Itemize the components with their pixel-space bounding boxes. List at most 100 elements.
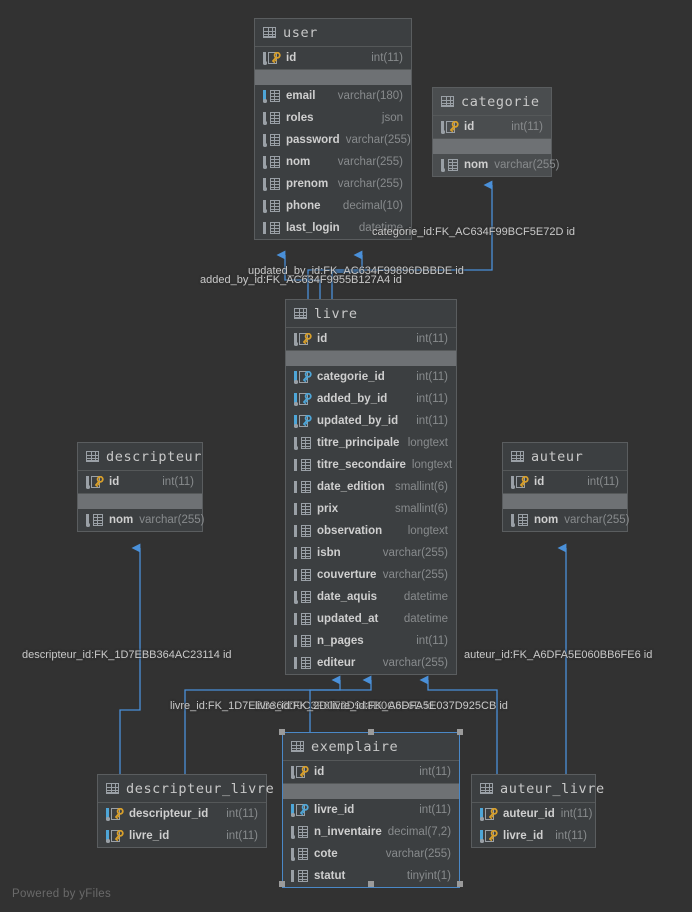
table-header-auteur[interactable]: auteur: [503, 443, 627, 471]
table-row[interactable]: nom varchar(255): [503, 509, 629, 531]
table-livre[interactable]: livre id int(11) categorie_id int(11) added_b…: [285, 299, 457, 675]
column-name: nom: [534, 514, 559, 526]
table-header-user[interactable]: user: [255, 19, 411, 47]
table-row[interactable]: id int(11): [503, 471, 627, 494]
table-header-exemplaire[interactable]: exemplaire: [283, 733, 459, 761]
column-icon: [294, 568, 311, 582]
column-type: varchar(255): [494, 159, 560, 171]
diagram-canvas[interactable]: user id int(11) email varchar(180) roles json p…: [0, 0, 692, 912]
column-name: livre_id: [314, 804, 355, 816]
table-row[interactable]: id int(11): [78, 471, 202, 494]
table-row[interactable]: id int(11): [255, 47, 411, 70]
resize-handle[interactable]: [368, 881, 374, 887]
table-row[interactable]: nom varchar(255): [78, 509, 205, 531]
column-name: titre_secondaire: [317, 459, 406, 471]
column-type: varchar(255): [382, 569, 448, 581]
column-icon: [294, 436, 311, 450]
table-header-auteur_livre[interactable]: auteur_livre: [472, 775, 604, 803]
resize-handle[interactable]: [279, 881, 285, 887]
table-header-descripteur[interactable]: descripteur: [78, 443, 202, 471]
table-row[interactable]: prix smallint(6): [286, 498, 456, 520]
column-separator: [78, 494, 202, 509]
column-name: n_pages: [317, 635, 364, 647]
table-user[interactable]: user id int(11) email varchar(180) roles json p…: [254, 18, 412, 240]
table-row[interactable]: email varchar(180): [255, 85, 411, 107]
table-auteur[interactable]: auteur id int(11) nom varchar(255): [502, 442, 629, 532]
table-name: categorie: [461, 93, 540, 110]
table-row[interactable]: cote varchar(255): [283, 843, 459, 865]
table-icon: [106, 783, 119, 794]
table-row[interactable]: auteur_id int(11): [472, 803, 595, 825]
table-row[interactable]: id int(11): [433, 116, 551, 139]
column-separator: [255, 70, 411, 85]
resize-handle[interactable]: [368, 729, 374, 735]
column-type: int(11): [419, 766, 451, 778]
table-row[interactable]: livre_id int(11): [283, 799, 459, 821]
table-row[interactable]: observation longtext: [286, 520, 456, 542]
table-row[interactable]: updated_by_id int(11): [286, 410, 456, 432]
column-type: int(11): [416, 371, 448, 383]
column-type: varchar(255): [139, 514, 205, 526]
primary-key-icon: [263, 51, 281, 65]
yfiles-watermark: Powered by yFiles: [12, 888, 112, 900]
table-icon: [480, 783, 493, 794]
table-descripteur_livre[interactable]: descripteur_livre descripteur_id int(11) li…: [97, 774, 274, 848]
column-type: int(11): [371, 52, 403, 64]
column-type: smallint(6): [394, 481, 448, 493]
column-name: id: [109, 476, 120, 488]
table-row[interactable]: livre_id int(11): [98, 825, 266, 847]
column-type: varchar(180): [337, 90, 403, 102]
table-header-descripteur_livre[interactable]: descripteur_livre: [98, 775, 274, 803]
table-row[interactable]: couverture varchar(255): [286, 564, 456, 586]
table-row[interactable]: n_inventaire decimal(7,2): [283, 821, 459, 843]
table-row[interactable]: titre_secondaire longtext: [286, 454, 456, 476]
table-auteur_livre[interactable]: auteur_livre auteur_id int(11) livre_id int(…: [471, 774, 604, 848]
column-separator: [433, 139, 551, 154]
column-type: int(11): [511, 121, 543, 133]
table-row[interactable]: descripteur_id int(11): [98, 803, 266, 825]
table-row[interactable]: password varchar(255): [255, 129, 411, 151]
table-row[interactable]: livre_id int(11): [472, 825, 595, 847]
table-row[interactable]: added_by_id int(11): [286, 388, 456, 410]
table-header-categorie[interactable]: categorie: [433, 88, 551, 116]
table-row[interactable]: date_aquis datetime: [286, 586, 456, 608]
resize-handle[interactable]: [279, 729, 285, 735]
table-row[interactable]: prenom varchar(255): [255, 173, 411, 195]
column-icon: [294, 524, 311, 538]
table-row[interactable]: id int(11): [283, 761, 459, 784]
column-type: int(11): [555, 830, 587, 842]
table-descripteur[interactable]: descripteur id int(11) nom varchar(255): [77, 442, 205, 532]
column-type: int(11): [416, 393, 448, 405]
column-icon: [511, 513, 528, 527]
table-exemplaire[interactable]: exemplaire id int(11) livre_id int(11) n_inve…: [282, 732, 460, 888]
table-row[interactable]: editeur varchar(255): [286, 652, 456, 674]
table-row[interactable]: id int(11): [286, 328, 456, 351]
table-row[interactable]: nom varchar(255): [255, 151, 411, 173]
column-type: int(11): [416, 415, 448, 427]
table-row[interactable]: n_pages int(11): [286, 630, 456, 652]
column-name: prix: [317, 503, 339, 515]
table-name: descripteur_livre: [126, 780, 275, 797]
table-categorie[interactable]: categorie id int(11) nom varchar(255): [432, 87, 559, 177]
primary-key-icon: [86, 475, 104, 489]
table-row[interactable]: phone decimal(10): [255, 195, 411, 217]
resize-handle[interactable]: [457, 881, 463, 887]
column-type: tinyint(1): [406, 870, 451, 882]
table-row[interactable]: roles json: [255, 107, 411, 129]
column-icon: [294, 634, 311, 648]
table-row[interactable]: updated_at datetime: [286, 608, 456, 630]
table-header-livre[interactable]: livre: [286, 300, 456, 328]
column-name: titre_principale: [317, 437, 400, 449]
resize-handle[interactable]: [457, 729, 463, 735]
column-icon: [294, 480, 311, 494]
table-row[interactable]: isbn varchar(255): [286, 542, 456, 564]
column-name: roles: [286, 112, 314, 124]
table-row[interactable]: titre_principale longtext: [286, 432, 456, 454]
table-icon: [86, 451, 99, 462]
table-row[interactable]: date_edition smallint(6): [286, 476, 456, 498]
column-icon: [291, 847, 308, 861]
table-row[interactable]: nom varchar(255): [433, 154, 559, 176]
edge-label-e-added: added_by_id:FK_AC634F9955B127A4 id: [200, 274, 402, 286]
column-name: id: [317, 333, 328, 345]
table-row[interactable]: categorie_id int(11): [286, 366, 456, 388]
